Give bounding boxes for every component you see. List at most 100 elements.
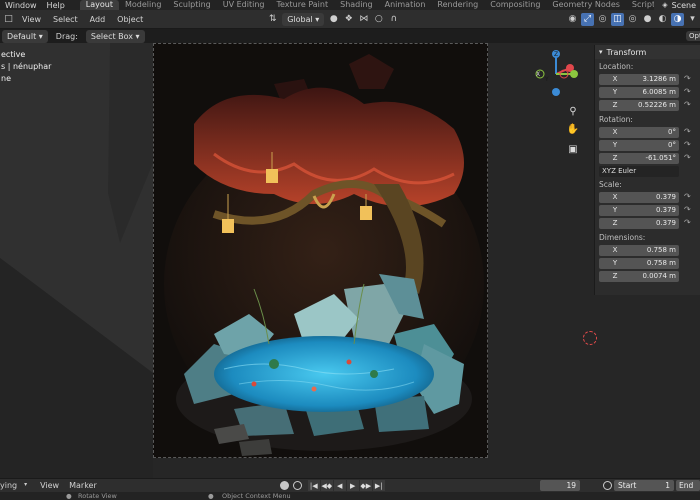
location-y-field[interactable]: Y 6.0085 m bbox=[599, 86, 679, 98]
clock-icon[interactable] bbox=[603, 481, 612, 490]
menu-window[interactable]: Window bbox=[0, 1, 42, 10]
menu-add[interactable]: Add bbox=[84, 13, 112, 26]
pivot-icon[interactable]: ● bbox=[327, 13, 340, 26]
visibility-icon[interactable]: ◉ bbox=[566, 13, 579, 26]
rotation-x-field[interactable]: X 0° bbox=[599, 126, 679, 138]
play-reverse-icon[interactable]: ◀ bbox=[333, 480, 346, 491]
field-value: 0.0074 m bbox=[642, 272, 676, 280]
editor-type-icon[interactable]: □ bbox=[2, 13, 15, 26]
location-z-field[interactable]: Z 0.52226 m bbox=[599, 99, 679, 111]
menu-help[interactable]: Help bbox=[42, 1, 70, 10]
menu-object[interactable]: Object bbox=[111, 13, 149, 26]
keying-icon[interactable] bbox=[292, 481, 302, 490]
dimensions-z-field[interactable]: Z 0.0074 m bbox=[599, 270, 679, 282]
rotation-y-row: Y 0° ↷ bbox=[595, 139, 700, 151]
snap-target-icon[interactable]: ⋈ bbox=[357, 13, 370, 26]
jump-start-icon[interactable]: |◀ bbox=[307, 480, 320, 491]
menu-view[interactable]: View bbox=[16, 13, 47, 26]
rotation-z-row: Z -61.051° ↷ bbox=[595, 152, 700, 164]
lock-icon[interactable]: ↷ bbox=[684, 140, 694, 150]
rendered-shading-icon[interactable]: ◑ bbox=[671, 12, 684, 26]
drag-dropdown[interactable]: Select Box ▾ bbox=[85, 29, 145, 43]
rotation-x-row: X 0° ↷ bbox=[595, 126, 700, 138]
menu-view-timeline[interactable]: View bbox=[35, 481, 64, 490]
axis-label: Y bbox=[612, 88, 618, 96]
tab-compositing[interactable]: Compositing bbox=[484, 0, 546, 10]
lock-icon[interactable]: ↷ bbox=[684, 153, 694, 163]
options-label: Opt bbox=[689, 32, 700, 40]
scale-z-row: Z 0.379 ↷ bbox=[595, 217, 700, 229]
end-label: End bbox=[679, 481, 694, 490]
tab-modeling[interactable]: Modeling bbox=[119, 0, 167, 10]
location-z-row: Z 0.52226 m ↷ bbox=[595, 99, 700, 111]
scene-selector[interactable]: ◈ Scene bbox=[654, 0, 700, 10]
tab-geometry-nodes[interactable]: Geometry Nodes bbox=[546, 0, 625, 10]
record-icon[interactable] bbox=[279, 481, 289, 490]
drag-label: Drag: bbox=[55, 31, 78, 41]
tab-rendering[interactable]: Rendering bbox=[431, 0, 484, 10]
tab-animation[interactable]: Animation bbox=[379, 0, 432, 10]
snap-icon[interactable]: ❖ bbox=[342, 13, 355, 26]
scene-label: Scene bbox=[671, 0, 696, 10]
start-frame-field[interactable]: Start 1 bbox=[614, 480, 674, 491]
tab-texture-paint[interactable]: Texture Paint bbox=[270, 0, 334, 10]
dimensions-x-field[interactable]: X 0.758 m bbox=[599, 244, 679, 256]
mode-value: Default bbox=[7, 31, 37, 41]
current-frame-field[interactable]: 19 bbox=[540, 480, 580, 491]
rotation-mode-dropdown[interactable]: XYZ Euler bbox=[599, 166, 679, 177]
orientation-dropdown[interactable]: Global ▾ bbox=[282, 12, 325, 26]
material-shading-icon[interactable]: ◐ bbox=[656, 13, 669, 26]
lock-icon[interactable]: ↷ bbox=[684, 205, 694, 215]
options-button[interactable]: Opt bbox=[686, 31, 700, 41]
tab-layout[interactable]: Layout bbox=[79, 0, 119, 10]
playback-menu[interactable]: ying bbox=[0, 481, 22, 490]
location-label: Location: bbox=[599, 62, 634, 71]
gizmo-toggle-icon[interactable]: ⤢ bbox=[581, 12, 594, 26]
menu-select[interactable]: Select bbox=[47, 13, 84, 26]
overlay-icon[interactable]: ◎ bbox=[596, 13, 609, 26]
lock-icon[interactable]: ↷ bbox=[684, 100, 694, 110]
mode-dropdown[interactable]: Default ▾ bbox=[2, 29, 48, 43]
axis-label: Z bbox=[612, 154, 618, 162]
wireframe-shading-icon[interactable]: ◎ bbox=[626, 13, 639, 26]
chevron-down-icon[interactable]: ▾ bbox=[24, 481, 33, 490]
scale-x-field[interactable]: X 0.379 bbox=[599, 191, 679, 203]
dimensions-y-field[interactable]: Y 0.758 m bbox=[599, 257, 679, 269]
scale-z-field[interactable]: Z 0.379 bbox=[599, 217, 679, 229]
tab-shading[interactable]: Shading bbox=[334, 0, 379, 10]
location-x-field[interactable]: X 3.1286 m bbox=[599, 73, 679, 85]
lock-icon[interactable]: ↷ bbox=[684, 87, 694, 97]
pan-hand-icon[interactable]: ✋ bbox=[566, 123, 580, 137]
lock-icon[interactable]: ↷ bbox=[684, 74, 694, 84]
lock-icon[interactable]: ↷ bbox=[684, 127, 694, 137]
field-value: 6.0085 m bbox=[642, 88, 676, 96]
rotation-z-field[interactable]: Z -61.051° bbox=[599, 152, 679, 164]
next-keyframe-icon[interactable]: ◆▶ bbox=[359, 480, 372, 491]
collapse-chevron-icon: ▾ bbox=[599, 48, 603, 56]
end-frame-field[interactable]: End bbox=[676, 480, 700, 491]
xray-icon[interactable]: ◫ bbox=[611, 12, 624, 26]
play-icon[interactable]: ▶ bbox=[346, 480, 359, 491]
shading-options-icon[interactable]: ▾ bbox=[686, 13, 699, 26]
transform-panel-header[interactable]: ▾ Transform bbox=[595, 45, 700, 59]
rotation-y-field[interactable]: Y 0° bbox=[599, 139, 679, 151]
lock-icon[interactable]: ↷ bbox=[684, 218, 694, 228]
tab-uv-editing[interactable]: UV Editing bbox=[217, 0, 271, 10]
lock-icon[interactable]: ↷ bbox=[684, 192, 694, 202]
menu-marker[interactable]: Marker bbox=[64, 481, 102, 490]
3d-cursor-icon[interactable] bbox=[583, 331, 597, 345]
tab-sculpting[interactable]: Sculpting bbox=[167, 0, 216, 10]
zoom-icon[interactable]: ⚲ bbox=[566, 105, 580, 119]
camera-view-icon[interactable]: ▣ bbox=[566, 143, 580, 157]
scale-label: Scale: bbox=[599, 180, 622, 189]
mouse-icon: ● bbox=[66, 492, 72, 500]
falloff-icon[interactable]: ∩ bbox=[387, 13, 400, 26]
prev-keyframe-icon[interactable]: ◀◆ bbox=[320, 480, 333, 491]
scale-y-field[interactable]: Y 0.379 bbox=[599, 204, 679, 216]
solid-shading-icon[interactable]: ● bbox=[641, 13, 654, 26]
jump-end-icon[interactable]: ▶| bbox=[372, 480, 385, 491]
navigation-gizmo[interactable]: Y X Z bbox=[530, 48, 582, 100]
field-value: 0.758 m bbox=[646, 259, 676, 267]
proportional-edit-icon[interactable]: ○ bbox=[372, 13, 385, 26]
status-middle-text: Object Context Menu bbox=[222, 492, 291, 500]
